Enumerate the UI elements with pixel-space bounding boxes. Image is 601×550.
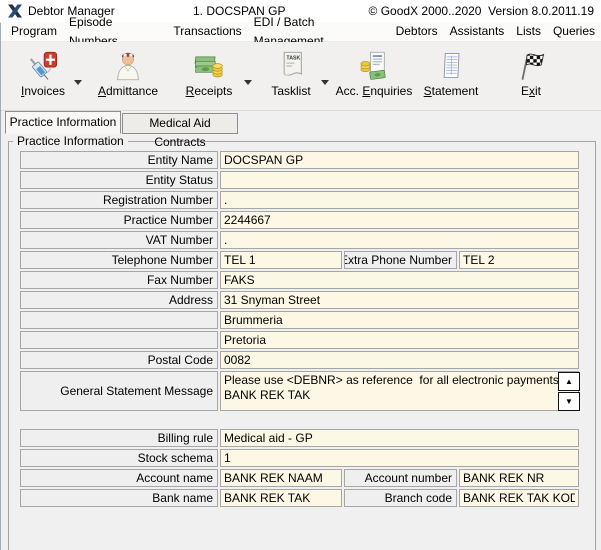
field-label: Bank name [20, 489, 218, 507]
toolbar-button-label: Receipts [186, 84, 233, 98]
toolbar-button-invoices[interactable]: Invoices [9, 48, 77, 106]
account-enquiries-icon [358, 48, 390, 84]
toolbar: Invoices Admittance [1, 42, 601, 111]
form-row-address-1: Address [0, 291, 601, 309]
toolbar-button-label: Tasklist [271, 84, 310, 98]
branch-code-input[interactable] [459, 489, 579, 507]
form-row-billing-rule: Billing rule [0, 429, 601, 447]
address-line3-input[interactable] [220, 331, 579, 349]
banknotes-coins-icon [193, 48, 225, 84]
message-scroll-down-button[interactable]: ▼ [558, 392, 580, 411]
form-row-telephone: Telephone Number Extra Phone Number [0, 251, 601, 269]
field-label: Address [20, 291, 218, 309]
form-row-vat-number: VAT Number [0, 231, 601, 249]
field-label: Account name [20, 469, 218, 487]
toolbar-button-label: Statement [424, 84, 479, 98]
field-label: Stock schema [20, 449, 218, 467]
form-row-bank: Bank name Branch code [0, 489, 601, 507]
field-label: VAT Number [20, 231, 218, 249]
checkered-flag-icon [515, 48, 547, 84]
field-label: General Statement Message [20, 371, 218, 411]
tasklist-dropdown-arrow[interactable] [321, 80, 329, 85]
field-label [20, 311, 218, 329]
toolbar-button-admittance[interactable]: Admittance [93, 48, 163, 106]
toolbar-button-statement[interactable]: Statement [416, 48, 486, 106]
form-row-registration-number: Registration Number [0, 191, 601, 209]
form-row-fax-number: Fax Number [0, 271, 601, 289]
tab-practice-information[interactable]: Practice Information [5, 111, 121, 134]
goodx-logo-icon [7, 3, 23, 19]
toolbar-button-tasklist[interactable]: TASK Tasklist [256, 48, 326, 106]
task-page-icon: TASK [275, 48, 307, 84]
form-row-entity-name: Entity Name [0, 151, 601, 169]
field-label: Account number [344, 469, 457, 487]
form-row-stock-schema: Stock schema [0, 449, 601, 467]
form-row-general-statement-message: General Statement Message Please use <DE… [0, 371, 601, 411]
version-copyright: © GoodX 2000..2020 Version 8.0.2011.19 [369, 0, 594, 22]
field-label: Practice Number [20, 211, 218, 229]
debtor-manager-window: Debtor Manager 1. DOCSPAN GP © GoodX 200… [0, 0, 601, 550]
message-scroll-up-button[interactable]: ▲ [558, 372, 580, 391]
bank-name-input[interactable] [220, 489, 342, 507]
invoices-dropdown-arrow[interactable] [74, 80, 82, 85]
practice-number-input[interactable] [220, 211, 579, 229]
form-row-address-3 [0, 331, 601, 349]
toolbar-button-receipts[interactable]: Receipts [174, 48, 244, 106]
fax-number-input[interactable] [220, 271, 579, 289]
field-label: Extra Phone Number [344, 251, 457, 269]
groupbox-title: Practice Information [13, 134, 128, 148]
postal-code-input[interactable] [220, 351, 579, 369]
form-row-entity-status: Entity Status [0, 171, 601, 189]
field-label: Fax Number [20, 271, 218, 289]
address-line2-input[interactable] [220, 311, 579, 329]
field-label: Telephone Number [20, 251, 218, 269]
form-row-account: Account name Account number [0, 469, 601, 487]
entity-name-input[interactable] [220, 151, 579, 169]
menu-item-lists[interactable]: Lists [510, 22, 547, 41]
address-line1-input[interactable] [220, 291, 579, 309]
extra-phone-number-input[interactable] [459, 251, 579, 269]
field-label: Entity Name [20, 151, 218, 169]
menu-item-transactions[interactable]: Transactions [167, 22, 247, 41]
field-label: Billing rule [20, 429, 218, 447]
billing-rule-input[interactable] [220, 429, 579, 447]
receipts-dropdown-arrow[interactable] [244, 80, 252, 85]
toolbar-button-label: Invoices [21, 84, 65, 98]
form-row-address-2 [0, 311, 601, 329]
tab-medical-aid-contracts[interactable]: Medical Aid Contracts [122, 113, 238, 134]
statement-document-icon [435, 48, 467, 84]
stock-schema-input[interactable] [220, 449, 579, 467]
menu-item-assistants[interactable]: Assistants [444, 22, 511, 41]
general-statement-message-input[interactable]: Please use <DEBNR> as reference for all … [220, 371, 579, 411]
field-label: Postal Code [20, 351, 218, 369]
toolbar-button-label: Exit [521, 84, 541, 98]
toolbar-button-acc-enquiries[interactable]: Acc. Enquiries [331, 48, 417, 106]
field-label: Registration Number [20, 191, 218, 209]
vat-number-input[interactable] [220, 231, 579, 249]
form-row-postal-code: Postal Code [0, 351, 601, 369]
form-row-practice-number: Practice Number [0, 211, 601, 229]
svg-text:TASK: TASK [286, 56, 300, 62]
doctor-icon [112, 48, 144, 84]
menu-item-program[interactable]: Program [5, 22, 63, 41]
account-name-input[interactable] [220, 469, 342, 487]
syringe-blood-bag-icon [27, 48, 59, 84]
entity-status-input[interactable] [220, 171, 579, 189]
field-label: Branch code [344, 489, 457, 507]
toolbar-button-exit[interactable]: Exit [496, 48, 566, 106]
menu-item-queries[interactable]: Queries [547, 22, 601, 41]
account-number-input[interactable] [459, 469, 579, 487]
menu-item-debtors[interactable]: Debtors [390, 22, 444, 41]
toolbar-button-label: Admittance [98, 84, 158, 98]
telephone-number-input[interactable] [220, 251, 342, 269]
field-label [20, 331, 218, 349]
toolbar-button-label: Acc. Enquiries [336, 84, 413, 98]
menu-bar: Program Episode Numbers Transactions EDI… [1, 22, 601, 42]
registration-number-input[interactable] [220, 191, 579, 209]
field-label: Entity Status [20, 171, 218, 189]
